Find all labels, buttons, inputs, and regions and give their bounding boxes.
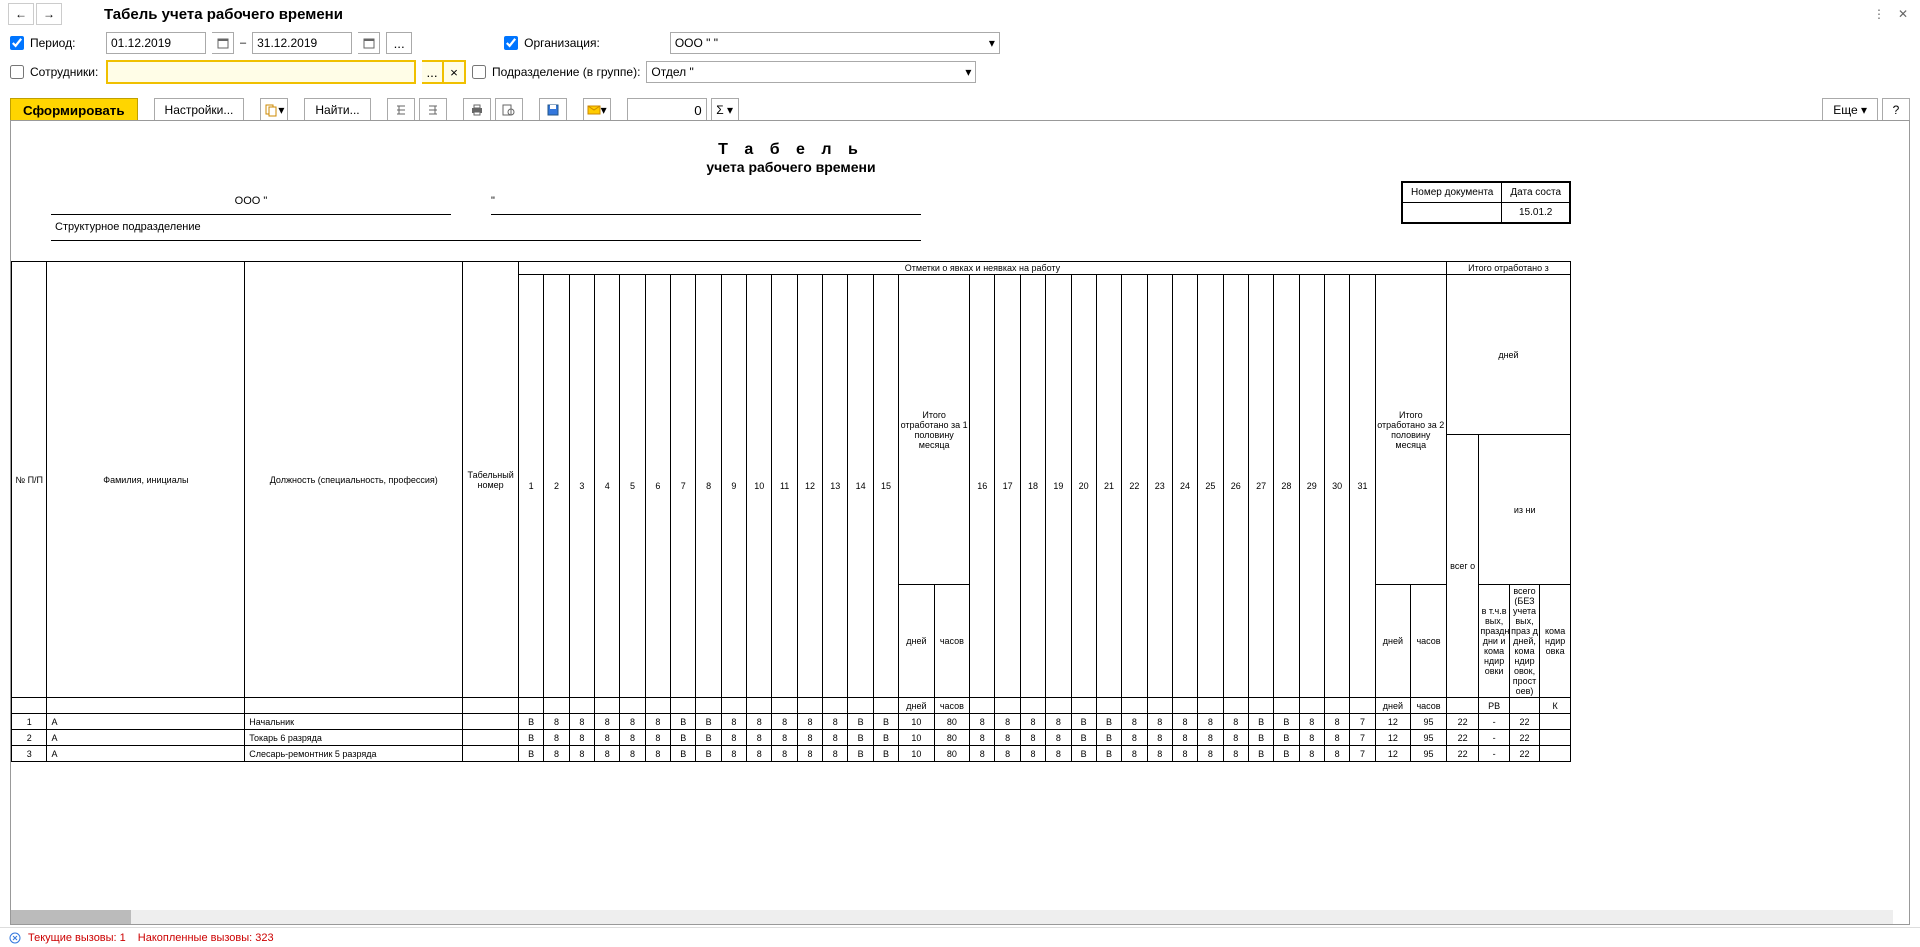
- print-icon[interactable]: [463, 98, 491, 122]
- period-dots-button[interactable]: ...: [386, 32, 412, 54]
- subdiv-select[interactable]: Отдел " ▾: [646, 61, 976, 83]
- quote-field: ": [491, 195, 921, 215]
- status-accum: Накопленные вызовы: 323: [138, 932, 274, 944]
- calendar-from-icon[interactable]: [212, 32, 234, 54]
- expand-icon[interactable]: [387, 98, 415, 122]
- table-row[interactable]: 3АСлесарь-ремонтник 5 разрядаВ88888ВВ888…: [12, 746, 1571, 762]
- doc-info-box: Номер документаДата соста 15.01.2: [1401, 181, 1571, 224]
- page-title: Табель учета рабочего времени: [104, 6, 343, 23]
- status-bar: Текущие вызовы: 1 Накопленные вызовы: 32…: [0, 927, 1920, 947]
- help-button[interactable]: ?: [1882, 98, 1910, 122]
- phone-icon: [8, 931, 22, 945]
- number-input[interactable]: [627, 98, 707, 122]
- org-select[interactable]: ООО " " ▾: [670, 32, 1000, 54]
- report-area: Т а б е л ь учета рабочего времени Номер…: [10, 120, 1910, 925]
- report-title: Т а б е л ь: [11, 141, 1571, 159]
- status-current: Текущие вызовы: 1: [28, 932, 126, 944]
- subdiv-label: Подразделение (в группе):: [492, 65, 640, 79]
- employees-checkbox[interactable]: [10, 65, 24, 79]
- save-icon[interactable]: [539, 98, 567, 122]
- more-button[interactable]: Еще ▾: [1822, 98, 1878, 122]
- period-label: Период:: [30, 36, 100, 50]
- timesheet-table: № П/ПФамилия, инициалыДолжность (специал…: [11, 261, 1571, 762]
- employees-dots-button[interactable]: ...: [422, 60, 444, 84]
- date-from-input[interactable]: [106, 32, 206, 54]
- copy-icon[interactable]: ▾: [260, 98, 288, 122]
- horizontal-scrollbar[interactable]: [11, 910, 1893, 924]
- table-row[interactable]: 1АНачальникВ88888ВВ88888ВВ10808888ВВ8888…: [12, 714, 1571, 730]
- date-dash: –: [240, 37, 246, 49]
- mail-icon[interactable]: ▾: [583, 98, 611, 122]
- chevron-down-icon: ▾: [989, 36, 995, 50]
- preview-icon[interactable]: [495, 98, 523, 122]
- find-button[interactable]: Найти...: [304, 98, 370, 122]
- period-checkbox[interactable]: [10, 36, 24, 50]
- employees-input[interactable]: [106, 60, 416, 84]
- report-subtitle: учета рабочего времени: [11, 159, 1571, 175]
- org-field: ООО ": [51, 195, 451, 215]
- subdiv-checkbox[interactable]: [472, 65, 486, 79]
- table-row[interactable]: 2АТокарь 6 разрядаВ88888ВВ88888ВВ1080888…: [12, 730, 1571, 746]
- forward-button[interactable]: →: [36, 3, 62, 25]
- employees-label: Сотрудники:: [30, 65, 100, 79]
- settings-button[interactable]: Настройки...: [154, 98, 245, 122]
- struct-field: Структурное подразделение: [51, 221, 921, 241]
- back-button[interactable]: ←: [8, 3, 34, 25]
- menu-icon[interactable]: ⋮: [1870, 5, 1888, 23]
- close-icon[interactable]: ✕: [1894, 5, 1912, 23]
- org-checkbox[interactable]: [504, 36, 518, 50]
- generate-button[interactable]: Сформировать: [10, 98, 138, 122]
- org-label: Организация:: [524, 36, 600, 50]
- sum-icon[interactable]: Σ ▾: [711, 98, 739, 122]
- employees-clear-button[interactable]: ×: [444, 60, 466, 84]
- date-to-input[interactable]: [252, 32, 352, 54]
- collapse-icon[interactable]: [419, 98, 447, 122]
- chevron-down-icon: ▾: [965, 65, 971, 79]
- calendar-to-icon[interactable]: [358, 32, 380, 54]
